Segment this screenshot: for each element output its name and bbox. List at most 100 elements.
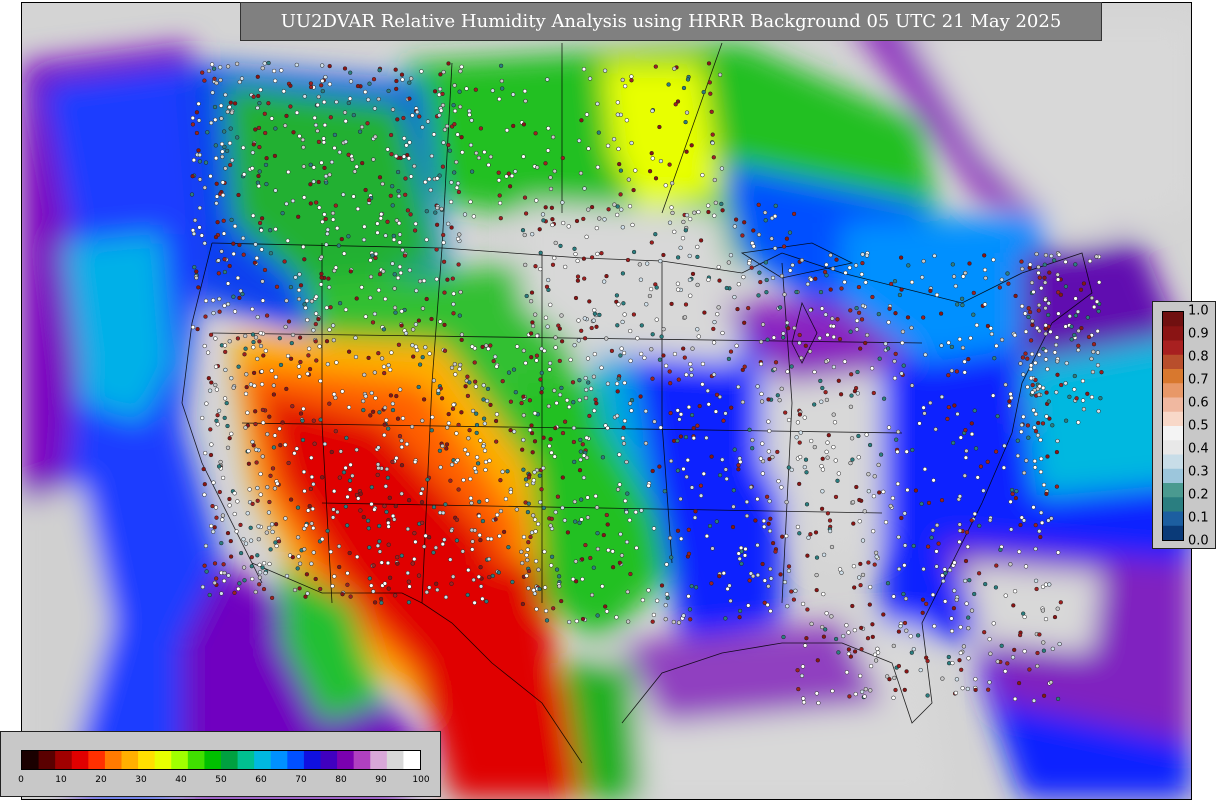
station-dot [212, 580, 217, 586]
station-dot [628, 571, 633, 577]
station-dot [209, 62, 215, 67]
station-dot [999, 643, 1004, 648]
station-dot [762, 578, 767, 583]
station-dot [313, 311, 319, 316]
station-dot [346, 349, 352, 354]
station-dot [469, 169, 475, 174]
station-dot [967, 261, 972, 266]
station-dot [473, 469, 479, 475]
station-dot [520, 601, 526, 607]
station-dot [651, 526, 657, 531]
station-dot [396, 193, 402, 199]
station-dot [397, 433, 403, 439]
station-dot [803, 643, 808, 648]
station-dot [1017, 632, 1023, 638]
station-dot [665, 595, 670, 601]
station-dot [645, 261, 650, 266]
station-dot [684, 372, 689, 377]
station-dot [381, 364, 387, 369]
station-dot [597, 216, 602, 221]
station-dot [243, 391, 249, 396]
station-dot [481, 397, 486, 402]
station-dot [341, 192, 346, 197]
station-dot [865, 332, 870, 338]
station-dot [466, 436, 471, 441]
station-dot [940, 676, 945, 681]
station-dot [367, 576, 372, 581]
station-dot [396, 189, 401, 194]
station-dot [237, 295, 242, 301]
station-dot [493, 354, 498, 359]
station-dot [320, 219, 325, 224]
station-dot [297, 133, 302, 139]
station-dot [293, 275, 298, 280]
rh-colorbar-segment [237, 751, 255, 769]
station-dot [417, 362, 423, 367]
station-dot [484, 599, 489, 604]
station-dot [1026, 435, 1031, 440]
station-dot [859, 647, 864, 652]
station-dot [322, 122, 328, 128]
station-dot [958, 625, 963, 630]
station-dot [457, 232, 462, 237]
station-dot [964, 530, 970, 535]
station-dot [1040, 608, 1046, 613]
station-dot [437, 173, 442, 178]
station-dot [353, 335, 358, 340]
station-dot [264, 530, 269, 535]
rh-colorbar-segment [353, 751, 371, 769]
station-dot [346, 234, 351, 239]
station-dot [214, 181, 219, 186]
station-dot [252, 260, 258, 265]
station-dot [307, 503, 312, 509]
station-dot [273, 78, 278, 83]
station-dot [395, 275, 401, 281]
station-dot [738, 545, 744, 551]
station-dot [835, 317, 840, 322]
station-dot [1009, 487, 1015, 493]
station-dot [711, 340, 717, 345]
station-dot [353, 354, 359, 360]
station-dot [678, 245, 683, 250]
obs-tick-label: 0.4 [1188, 441, 1209, 457]
station-dot [329, 159, 335, 165]
station-dot [424, 209, 429, 214]
station-dot [559, 339, 565, 344]
station-dot [272, 486, 278, 491]
station-dot [526, 540, 531, 545]
station-dot [284, 201, 289, 206]
station-dot [191, 157, 197, 163]
station-dot [831, 334, 836, 340]
station-dot [589, 204, 595, 210]
station-dot [781, 634, 786, 640]
station-dot [320, 78, 325, 84]
rh-tick-label: 0 [18, 775, 24, 785]
station-dot [781, 244, 787, 249]
station-dot [758, 456, 764, 461]
station-dot [696, 334, 701, 339]
station-dot [264, 181, 269, 187]
station-dot [222, 570, 227, 576]
station-dot [521, 122, 527, 127]
station-dot [194, 269, 199, 274]
station-dot [304, 298, 310, 303]
station-dot [573, 559, 578, 564]
station-dot [289, 340, 294, 346]
station-dot [220, 517, 225, 522]
station-dot [661, 353, 666, 358]
station-dot [820, 489, 825, 494]
station-dot [714, 519, 719, 524]
station-dot [468, 496, 473, 501]
station-dot [852, 649, 858, 654]
station-dot [503, 496, 509, 502]
station-dot [921, 259, 926, 264]
station-dot [1041, 385, 1046, 391]
station-dot [798, 430, 803, 435]
station-dot [310, 506, 315, 512]
station-dot [1036, 308, 1041, 313]
station-dot [253, 335, 259, 340]
station-dot [229, 110, 235, 115]
station-dot [213, 156, 219, 161]
station-dot [669, 301, 674, 307]
station-dot [486, 556, 492, 562]
